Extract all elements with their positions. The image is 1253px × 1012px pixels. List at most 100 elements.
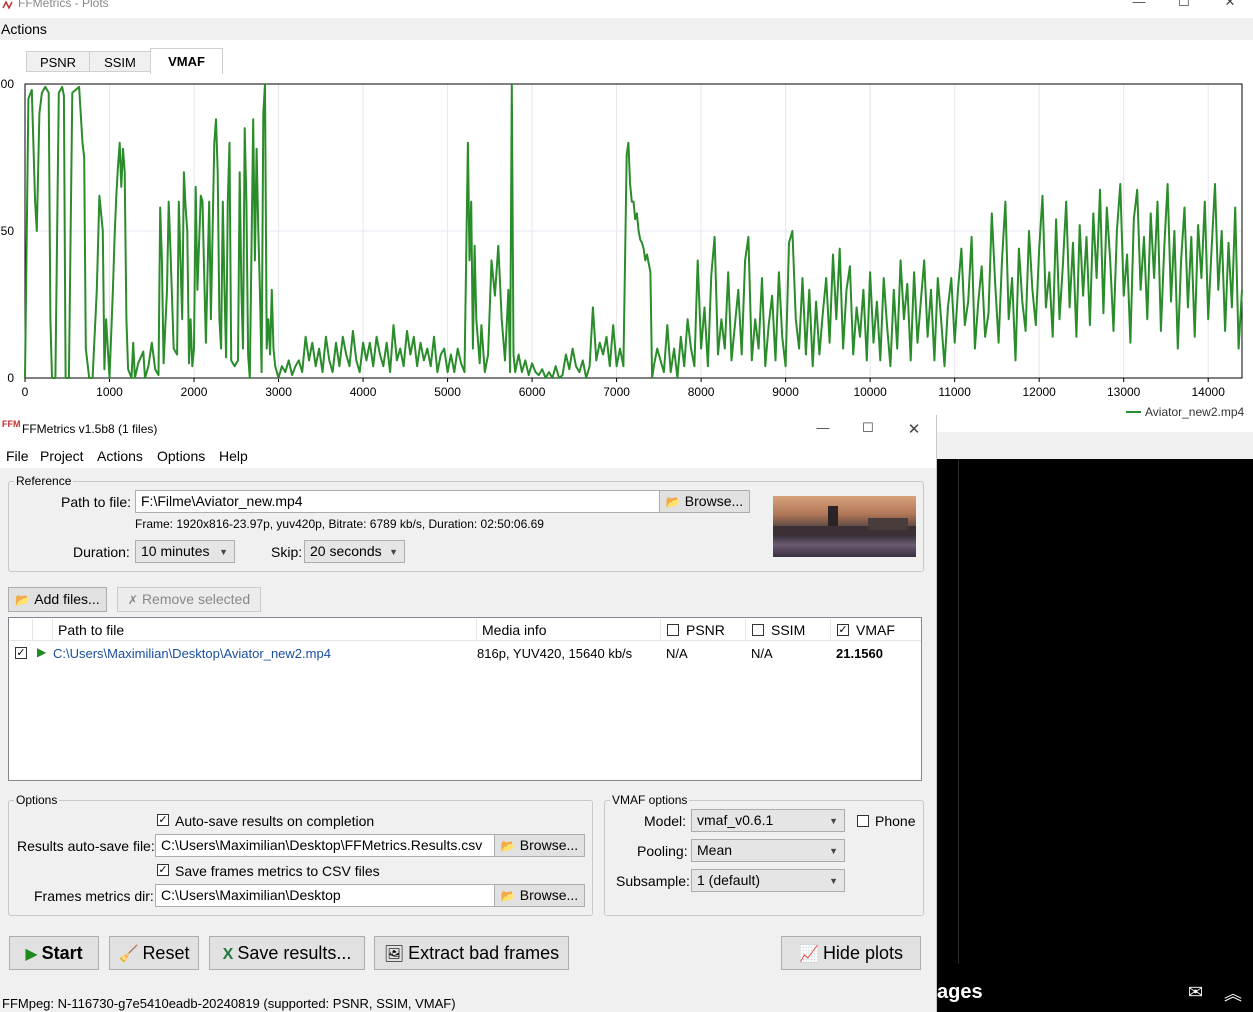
frames-dir-label: Frames metrics dir:	[34, 888, 154, 904]
x-tick-label: 11000	[938, 385, 971, 399]
menu-actions[interactable]: Actions	[97, 448, 143, 464]
extract-bad-frames-label: Extract bad frames	[408, 943, 560, 963]
remove-selected-button[interactable]: ✗ Remove selected	[117, 587, 261, 612]
extract-bad-frames-button[interactable]: 🖼 Extract bad frames	[374, 936, 569, 970]
add-files-button[interactable]: 📂 Add files...	[8, 587, 107, 612]
x-tick-label: 8000	[688, 385, 715, 399]
plots-maximize-button[interactable]: ☐	[1161, 0, 1207, 10]
row-path[interactable]: C:\Users\Maximilian\Desktop\Aviator_new2…	[53, 646, 331, 661]
skip-select[interactable]: 20 seconds ▼	[304, 540, 405, 563]
subsample-select[interactable]: 1 (default) ▼	[691, 869, 845, 892]
column-separator	[52, 619, 53, 640]
results-file-input[interactable]: C:\Users\Maximilian\Desktop\FFMetrics.Re…	[155, 834, 496, 857]
vmaf-line-chart: 0 1000 2000 3000 4000 5000 6000 7000 8000 9000 100…	[0, 77, 1244, 419]
vmaf-options-group-label: VMAF options	[610, 793, 690, 807]
hide-plots-button[interactable]: 📈 Hide plots	[781, 936, 921, 970]
mail-add-icon[interactable]: ✉	[1188, 982, 1203, 1003]
duration-label: Duration:	[73, 544, 130, 560]
reference-path-input[interactable]: F:\Filme\Aviator_new.mp4	[135, 490, 661, 513]
model-select[interactable]: vmaf_v0.6.1 ▼	[691, 809, 845, 832]
start-button[interactable]: ▶ Start	[9, 936, 99, 970]
row-checkbox[interactable]: ✓	[15, 647, 27, 659]
image-icon: 🖼	[383, 946, 405, 963]
tab-ssim[interactable]: SSIM	[89, 51, 151, 72]
row-psnr: N/A	[666, 646, 688, 661]
psnr-checkbox[interactable]	[667, 624, 679, 636]
background-divider	[958, 459, 959, 964]
files-list[interactable]	[8, 617, 922, 781]
main-minimize-button[interactable]: —	[800, 420, 846, 435]
reference-browse-button[interactable]: 📂 Browse...	[659, 490, 750, 513]
chevrons-up-icon[interactable]: ︽	[1224, 980, 1242, 1006]
plots-app-icon	[2, 0, 14, 10]
tab-vmaf[interactable]: VMAF	[150, 48, 223, 74]
plots-menu-actions[interactable]: Actions	[1, 21, 47, 37]
save-frames-checkbox[interactable]: ✓	[157, 864, 169, 876]
duration-value: 10 minutes	[141, 543, 210, 559]
remove-file-icon: ✗	[127, 593, 138, 607]
pooling-label: Pooling:	[637, 843, 688, 859]
options-group-label: Options	[14, 793, 60, 807]
column-separator	[476, 619, 477, 640]
skip-value: 20 seconds	[310, 543, 382, 559]
tab-psnr[interactable]: PSNR	[26, 51, 90, 72]
results-browse-label: Browse...	[519, 837, 579, 853]
hide-plots-label: Hide plots	[822, 943, 903, 963]
column-separator	[830, 619, 831, 640]
reset-button[interactable]: 🧹 Reset	[109, 936, 199, 970]
folder-icon: 📂	[665, 495, 681, 509]
folder-icon: 📂	[500, 839, 516, 853]
remove-selected-label: Remove selected	[141, 591, 251, 607]
chevron-down-icon: ▼	[829, 816, 838, 826]
autosave-checkbox[interactable]: ✓	[157, 814, 169, 826]
x-tick-label: 7000	[603, 385, 630, 399]
x-tick-label: 9000	[772, 385, 799, 399]
plots-titlebar	[0, 0, 1253, 18]
reference-path-label: Path to file:	[61, 494, 132, 510]
reference-thumbnail	[773, 496, 916, 557]
chevron-down-icon: ▼	[389, 547, 398, 557]
duration-select[interactable]: 10 minutes ▼	[135, 540, 235, 563]
main-close-button[interactable]: ✕	[891, 420, 937, 438]
menu-options[interactable]: Options	[157, 448, 205, 464]
column-header-vmaf[interactable]: VMAF	[856, 622, 895, 638]
background-partial-text: ages	[937, 981, 983, 1003]
menu-help[interactable]: Help	[219, 448, 248, 464]
legend-label: Aviator_new2.mp4	[1145, 405, 1244, 419]
ssim-checkbox[interactable]	[752, 624, 764, 636]
play-icon[interactable]: ▶	[37, 645, 46, 659]
chevron-down-icon: ▼	[829, 876, 838, 886]
menu-file[interactable]: File	[6, 448, 29, 464]
vmaf-checkbox[interactable]: ✓	[837, 624, 849, 636]
save-results-label: Save results...	[237, 943, 352, 963]
main-maximize-button[interactable]: ☐	[845, 420, 891, 436]
row-ssim: N/A	[751, 646, 773, 661]
frames-dir-browse-button[interactable]: 📂 Browse...	[494, 884, 585, 907]
reference-group-label: Reference	[14, 474, 74, 488]
x-tick-label: 13000	[1107, 385, 1141, 399]
background-dark-panel	[937, 459, 1253, 1012]
skip-label: Skip:	[271, 544, 303, 560]
y-tick-label: 50	[1, 224, 15, 238]
reference-media-info: Frame: 1920x816-23.97p, yuv420p, Bitrate…	[135, 517, 544, 531]
results-browse-button[interactable]: 📂 Browse...	[494, 834, 585, 857]
pooling-select[interactable]: Mean ▼	[691, 839, 845, 862]
chevron-down-icon: ▼	[219, 547, 228, 557]
frames-dir-input[interactable]: C:\Users\Maximilian\Desktop	[155, 884, 496, 907]
plots-close-button[interactable]: ✕	[1207, 0, 1253, 10]
model-value: vmaf_v0.6.1	[697, 812, 774, 828]
phone-checkbox[interactable]	[857, 815, 869, 827]
menu-project[interactable]: Project	[40, 448, 84, 464]
column-header-psnr[interactable]: PSNR	[686, 622, 725, 638]
plots-minimize-button[interactable]: —	[1116, 0, 1162, 9]
column-separator	[745, 619, 746, 640]
x-tick-label: 6000	[519, 385, 546, 399]
x-tick-label: 2000	[181, 385, 208, 399]
x-tick-label: 12000	[1022, 385, 1056, 399]
column-header-media[interactable]: Media info	[482, 622, 547, 638]
x-tick-label: 14000	[1192, 385, 1226, 399]
excel-icon: X	[222, 946, 234, 963]
column-header-ssim[interactable]: SSIM	[771, 622, 805, 638]
save-results-button[interactable]: X Save results...	[209, 936, 365, 970]
column-header-path[interactable]: Path to file	[58, 622, 124, 638]
